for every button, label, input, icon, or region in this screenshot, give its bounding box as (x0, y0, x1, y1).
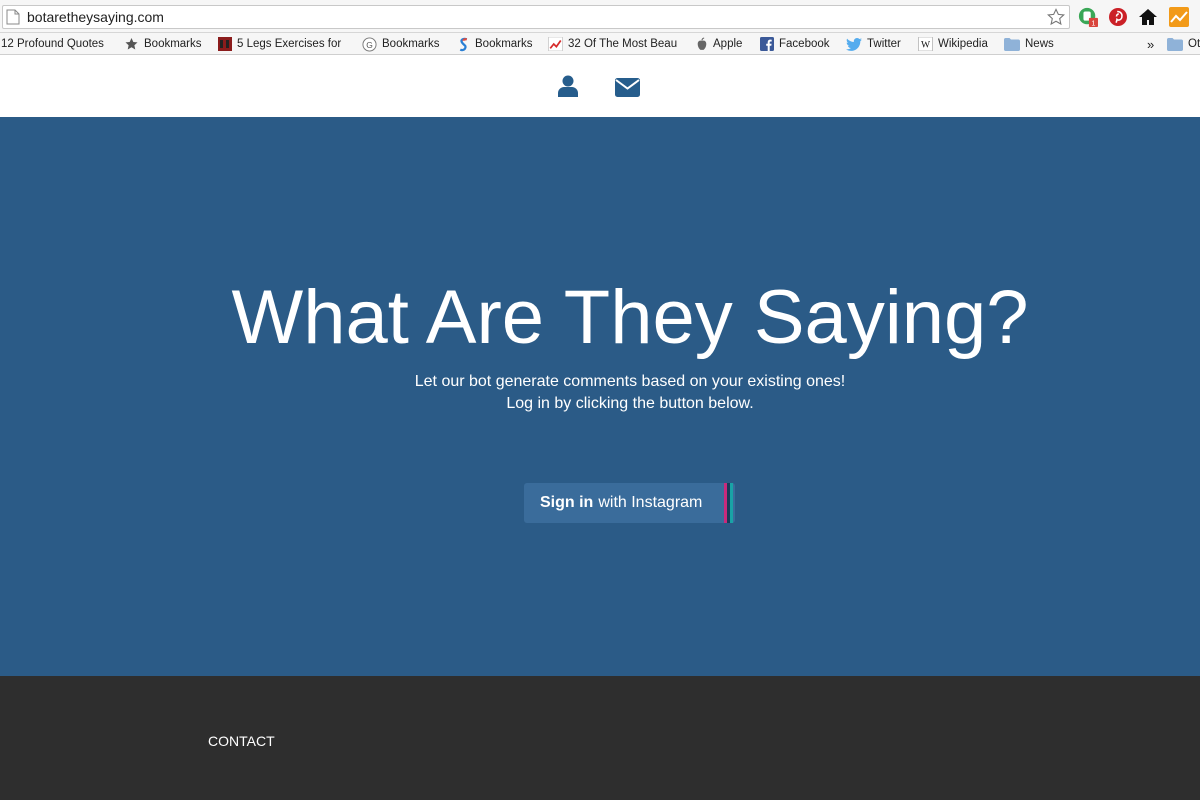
bookmark-item[interactable]: Apple (696, 33, 742, 55)
bookmark-label: Bookmarks (475, 38, 533, 50)
address-bar[interactable]: botaretheysaying.com (2, 5, 1070, 29)
bookmark-item[interactable]: News (1004, 33, 1054, 55)
twitter-icon (846, 37, 862, 51)
star-icon (125, 38, 138, 50)
bookmark-item[interactable]: G Bookmarks (362, 33, 440, 55)
bookmark-label: Twitter (867, 38, 901, 50)
bookmark-item[interactable]: Facebook (760, 33, 830, 55)
bookmark-label: Bookmarks (144, 38, 202, 50)
folder-icon (1004, 37, 1020, 51)
favicon-icon (218, 37, 232, 51)
bookmark-label: Apple (713, 38, 743, 50)
analytics-extension-icon[interactable] (1169, 7, 1189, 27)
svg-text:W: W (921, 40, 931, 51)
hero-subtitle: Let our bot generate comments based on y… (0, 371, 1200, 415)
other-bookmarks-button[interactable]: Ot (1167, 33, 1200, 55)
other-bookmarks-label: Ot (1188, 38, 1200, 50)
site-footer: CONTACT (0, 676, 1200, 800)
bookmarks-overflow-button[interactable]: » (1147, 33, 1154, 55)
extension-green-icon[interactable]: 1 (1078, 7, 1098, 27)
overflow-label: » (1147, 36, 1155, 52)
star-icon[interactable] (1047, 8, 1065, 26)
bookmark-item[interactable]: 32 Of The Most Beau (548, 33, 677, 55)
hero-title: What Are They Saying? (231, 275, 1029, 360)
signin-bold-label: Sign in (540, 494, 594, 511)
bookmark-item[interactable]: 12 Profound Quotes (1, 33, 104, 55)
bookmarks-bar: 12 Profound Quotes Bookmarks 5 Legs Exer… (0, 33, 1200, 55)
envelope-icon[interactable] (615, 78, 640, 97)
bookmark-label: News (1025, 38, 1054, 50)
svg-text:G: G (366, 39, 373, 49)
hero-subtitle-line: Log in by clicking the button below. (506, 395, 754, 412)
page-icon (6, 9, 20, 25)
home-icon[interactable] (1138, 7, 1158, 27)
user-icon[interactable] (558, 75, 578, 97)
contact-link[interactable]: CONTACT (208, 733, 275, 749)
pinterest-icon[interactable] (1108, 7, 1128, 27)
bookmark-item[interactable]: Twitter (846, 33, 901, 55)
facebook-icon (760, 37, 774, 51)
g-icon: G (362, 36, 377, 52)
bookmark-label: 12 Profound Quotes (1, 38, 104, 50)
extension-badge: 1 (1091, 19, 1095, 27)
chart-icon (548, 37, 563, 51)
bookmark-item[interactable]: Bookmarks (458, 33, 533, 55)
hero-subtitle-line: Let our bot generate comments based on y… (414, 373, 846, 390)
instagram-signin-button[interactable]: Sign in with Instagram (524, 483, 735, 523)
apple-icon (697, 37, 707, 50)
browser-toolbar: botaretheysaying.com 1 (0, 0, 1200, 33)
folder-icon (1167, 37, 1183, 51)
bookmark-label: Facebook (779, 38, 830, 50)
url-text: botaretheysaying.com (27, 9, 164, 25)
hero-section: What Are They Saying? Let our bot genera… (0, 117, 1200, 676)
bookmark-label: Wikipedia (938, 38, 988, 50)
site-top-nav (0, 56, 1200, 117)
bookmark-item[interactable]: Bookmarks (124, 33, 202, 55)
s-icon (459, 37, 468, 51)
bookmark-label: 5 Legs Exercises for (237, 38, 342, 50)
bookmark-label: Bookmarks (382, 38, 440, 50)
bookmark-item[interactable]: 5 Legs Exercises for (218, 33, 341, 55)
stripe-teal (730, 483, 733, 523)
wikipedia-icon: W (918, 37, 933, 51)
bookmark-label: 32 Of The Most Beau (568, 38, 678, 50)
bookmark-item[interactable]: W Wikipedia (918, 33, 988, 55)
signin-rest-label: with Instagram (598, 494, 703, 511)
